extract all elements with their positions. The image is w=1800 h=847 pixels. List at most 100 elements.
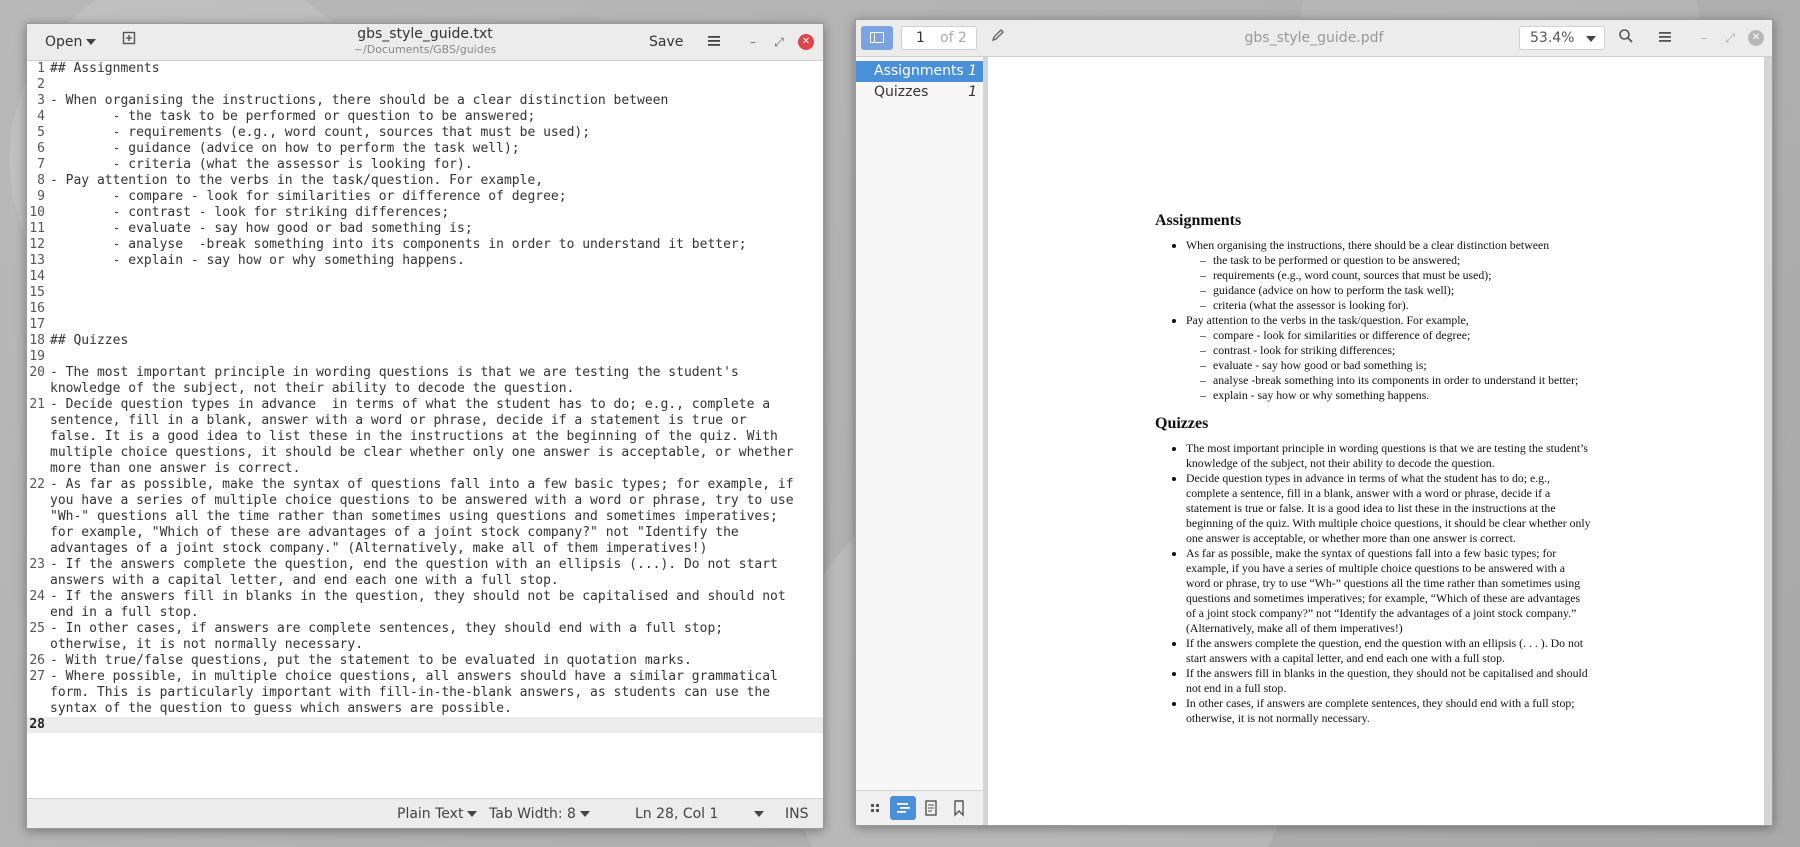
editor-line[interactable]: 15 [27, 285, 823, 301]
editor-text-area[interactable]: 1 ## Assignments 2 3 - When organising the i… [27, 61, 823, 798]
line-number: 27 [29, 669, 45, 684]
line-number: 6 [37, 141, 45, 156]
search-button[interactable] [1618, 28, 1634, 48]
line-text: ## Quizzes [50, 333, 129, 348]
document-page-area[interactable]: Assignments When organising the instruct… [984, 57, 1772, 825]
editor-statusbar: Plain Text Tab Width: 8 Ln 28, Col 1 INS [27, 798, 823, 828]
list-item: In other cases, if answers are complete … [1186, 696, 1591, 726]
line-number: 14 [29, 269, 45, 284]
minimize-icon: – [1701, 31, 1707, 45]
line-text: - As far as possible, make the syntax of… [50, 477, 802, 556]
annotate-button[interactable] [991, 28, 1005, 46]
editor-line[interactable]: 25 - In other cases, if answers are compl… [27, 621, 823, 653]
line-text: - contrast - look for striking differenc… [50, 205, 450, 220]
editor-line[interactable]: 2 [27, 77, 823, 93]
outline-button[interactable] [890, 796, 916, 820]
editor-line[interactable]: 22 - As far as possible, make the syntax … [27, 477, 823, 557]
line-text: - evaluate - say how good or bad somethi… [50, 221, 473, 236]
list-item: Decide question types in advance in term… [1186, 471, 1591, 546]
maximize-button[interactable]: ⤢ [1722, 30, 1738, 46]
save-button[interactable]: Save [643, 30, 689, 54]
thumbnails-button[interactable] [862, 796, 888, 820]
editor-line[interactable]: 27 - Where possible, in multiple choice q… [27, 669, 823, 717]
zoom-selector[interactable]: 53.4% [1519, 26, 1605, 50]
editor-line[interactable]: 9 - compare - look for similarities or d… [27, 189, 823, 205]
pdf-content: Assignments When organising the instruct… [1155, 212, 1591, 726]
line-number: 21 [29, 397, 45, 412]
cursor-position-selector[interactable]: Ln 28, Col 1 [635, 804, 765, 824]
new-document-button[interactable] [115, 30, 143, 54]
outline-item-quizzes[interactable]: Quizzes 1 [856, 82, 983, 103]
editor-line[interactable]: 20 - The most important principle in word… [27, 365, 823, 397]
editor-line[interactable]: 24 - If the answers fill in blanks in the… [27, 589, 823, 621]
editor-line[interactable]: 5 - requirements (e.g., word count, sour… [27, 125, 823, 141]
tab-width-selector[interactable]: Tab Width: 8 [489, 804, 590, 824]
outline-item-assignments[interactable]: Assignments 1 [856, 61, 983, 82]
editor-line[interactable]: 13 - explain - say how or why something … [27, 253, 823, 269]
editor-menu-button[interactable] [701, 32, 727, 56]
editor-line[interactable]: 12 - analyse -break something into its c… [27, 237, 823, 253]
search-icon [1619, 29, 1633, 43]
editor-line[interactable]: 19 [27, 349, 823, 365]
line-number: 25 [29, 621, 45, 636]
editor-line[interactable]: 14 [27, 269, 823, 285]
language-selector[interactable]: Plain Text [397, 804, 478, 824]
editor-line[interactable]: 26 - With true/false questions, put the s… [27, 653, 823, 669]
close-icon: ✕ [1751, 32, 1761, 43]
line-number: 1 [37, 61, 45, 76]
close-button[interactable]: ✕ [798, 34, 814, 50]
chevron-down-icon [754, 811, 765, 817]
outline-page: 1 [968, 84, 977, 100]
save-label: Save [649, 34, 684, 50]
minimize-button[interactable]: – [1696, 30, 1712, 46]
outline-label: Assignments [874, 63, 964, 79]
editor-line[interactable]: 17 [27, 317, 823, 333]
editor-line[interactable]: 4 - the task to be performed or question… [27, 109, 823, 125]
quizzes-list: The most important principle in wording … [1155, 441, 1591, 726]
list-item: If the answers complete the question, en… [1186, 636, 1591, 666]
editor-line[interactable]: 8 - Pay attention to the verbs in the tas… [27, 173, 823, 189]
line-number: 15 [29, 285, 45, 300]
editor-line[interactable]: 7 - criteria (what the assessor is looki… [27, 157, 823, 173]
editor-line[interactable]: 3 - When organising the instructions, the… [27, 93, 823, 109]
editor-line[interactable]: 21 - Decide question types in advance in … [27, 397, 823, 477]
outline-icon [897, 803, 910, 813]
pdf-page: Assignments When organising the instruct… [988, 57, 1764, 825]
close-button[interactable]: ✕ [1748, 30, 1764, 46]
editor-line[interactable]: 28 [27, 717, 823, 733]
open-button[interactable]: Open [39, 30, 102, 54]
editor-line[interactable]: 18 ## Quizzes [27, 333, 823, 349]
line-text: - If the answers complete the question, … [50, 557, 786, 588]
list-item: Pay attention to the verbs in the task/q… [1186, 313, 1591, 403]
maximize-button[interactable]: ⤢ [771, 34, 787, 50]
editor-line[interactable]: 11 - evaluate - say how good or bad some… [27, 221, 823, 237]
line-number: 23 [29, 557, 45, 572]
editor-line[interactable]: 16 [27, 301, 823, 317]
annotations-button[interactable] [918, 796, 944, 820]
annotations-icon [925, 800, 937, 816]
editor-headerbar: Open gbs_style_guide.txt ~/Documents/GBS… [27, 24, 823, 61]
line-text: - Pay attention to the verbs in the task… [50, 173, 544, 188]
editor-line[interactable]: 10 - contrast - look for striking differ… [27, 205, 823, 221]
line-number: 11 [29, 221, 45, 236]
line-text: - When organising the instructions, ther… [50, 93, 669, 108]
sidebar-toggle-button[interactable] [861, 26, 893, 50]
editor-line[interactable]: 23 - If the answers complete the question… [27, 557, 823, 589]
line-number: 12 [29, 237, 45, 252]
line-text: - criteria (what the assessor is looking… [50, 157, 473, 172]
current-page: 1 [916, 30, 925, 46]
editor-line[interactable]: 6 - guidance (advice on how to perform t… [27, 141, 823, 157]
grid-icon [871, 804, 879, 812]
bookmarks-button[interactable] [946, 796, 972, 820]
page-count: of 2 [940, 30, 967, 46]
page-number-field[interactable]: 1 of 2 [901, 26, 977, 50]
line-number: 2 [37, 77, 45, 92]
minimize-button[interactable]: – [745, 34, 761, 50]
line-number: 4 [37, 109, 45, 124]
sub-list-item: evaluate - say how good or bad something… [1213, 358, 1591, 373]
viewer-menu-button[interactable] [1658, 29, 1672, 48]
line-number: 26 [29, 653, 45, 668]
open-label: Open [45, 34, 83, 50]
sidebar-view-switcher [856, 790, 983, 825]
editor-line[interactable]: 1 ## Assignments [27, 61, 823, 77]
